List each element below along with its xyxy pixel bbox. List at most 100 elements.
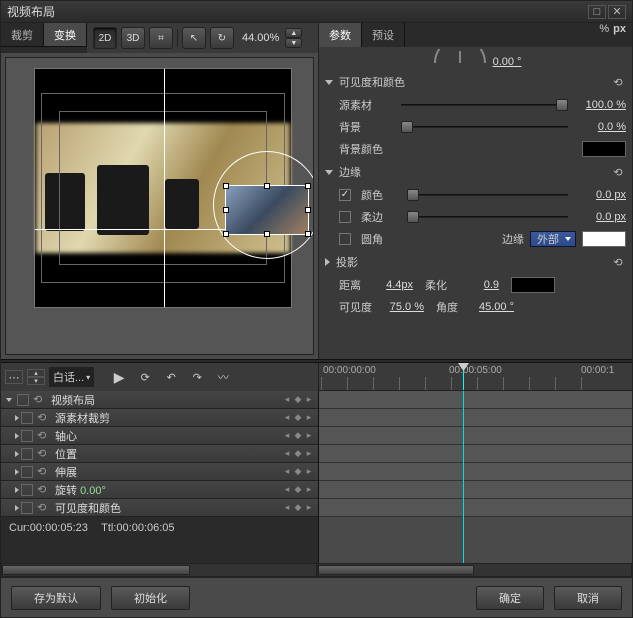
tab-transform[interactable]: 变换 bbox=[44, 23, 87, 46]
track-enable-checkbox[interactable] bbox=[17, 394, 29, 406]
tab-parameters[interactable]: 参数 bbox=[319, 23, 362, 47]
timeline-ruler[interactable]: 00:00:00:00 00:00:05:00 00:00:1 bbox=[319, 363, 632, 391]
rotation-value[interactable]: 0.00 ° bbox=[493, 56, 522, 68]
edge-color-swatch[interactable] bbox=[582, 231, 626, 247]
cancel-button[interactable]: 取消 bbox=[554, 586, 622, 610]
next-key-icon[interactable]: ▸ bbox=[304, 431, 314, 441]
zoom-up-icon[interactable]: ▲ bbox=[285, 28, 302, 38]
track-row[interactable]: ⟲ 轴心 ◂◆▸ bbox=[1, 427, 318, 445]
curve-icon[interactable]: ⟲ bbox=[37, 465, 51, 478]
track-row[interactable]: ⟲ 可见度和颜色 ◂◆▸ bbox=[1, 499, 318, 517]
checkbox-round-corner[interactable] bbox=[339, 233, 351, 245]
slider-edge-color[interactable] bbox=[407, 188, 568, 202]
timeline-scrollbar[interactable] bbox=[317, 563, 633, 577]
slider-soft-edge[interactable] bbox=[407, 210, 568, 224]
tab-preset[interactable]: 预设 bbox=[362, 23, 405, 47]
track-enable-checkbox[interactable] bbox=[21, 484, 33, 496]
section-shadow[interactable]: 投影 ⟲ bbox=[319, 250, 632, 274]
slider-background[interactable] bbox=[401, 120, 568, 134]
add-key-icon[interactable]: ◆ bbox=[293, 503, 303, 513]
crop-tool-icon[interactable]: ⌗ bbox=[149, 27, 173, 49]
track-enable-checkbox[interactable] bbox=[21, 502, 33, 514]
rotate-tool-icon[interactable]: ↻ bbox=[210, 27, 234, 49]
add-key-icon[interactable]: ◆ bbox=[293, 413, 303, 423]
track-enable-checkbox[interactable] bbox=[21, 448, 33, 460]
add-key-icon[interactable]: ◆ bbox=[293, 431, 303, 441]
preview-canvas[interactable] bbox=[5, 57, 314, 355]
track-root[interactable]: ⟲ 视频布局 ◂◆▸ bbox=[1, 391, 318, 409]
unit-pixels[interactable]: px bbox=[613, 23, 626, 47]
pointer-tool-icon[interactable]: ↖ bbox=[182, 27, 206, 49]
track-enable-checkbox[interactable] bbox=[21, 412, 33, 424]
close-button[interactable]: ✕ bbox=[608, 5, 626, 19]
prev-key-icon[interactable]: ◂ bbox=[282, 449, 292, 459]
timeline-lanes[interactable] bbox=[319, 391, 632, 563]
next-key-icon[interactable]: ▸ bbox=[304, 485, 314, 495]
curve-icon[interactable]: ⟲ bbox=[37, 429, 51, 442]
section-visibility-color[interactable]: 可见度和颜色 ⟲ bbox=[319, 70, 632, 94]
reset-button[interactable]: 初始化 bbox=[111, 586, 190, 610]
next-key-icon[interactable]: ▸ bbox=[304, 395, 314, 405]
reset-visibility-icon[interactable]: ⟲ bbox=[610, 75, 626, 89]
prev-key-icon[interactable]: ◂ bbox=[282, 467, 292, 477]
add-key-icon[interactable]: ◆ bbox=[293, 467, 303, 477]
track-enable-checkbox[interactable] bbox=[21, 466, 33, 478]
zoom-down-icon[interactable]: ▼ bbox=[285, 38, 302, 48]
value-shadow-visibility[interactable]: 75.0 % bbox=[384, 301, 424, 313]
language-dropdown[interactable]: 白话...▾ bbox=[49, 367, 94, 387]
value-soft-edge[interactable]: 0.0 px bbox=[574, 211, 626, 223]
checkbox-edge-color[interactable] bbox=[339, 189, 351, 201]
bgcolor-swatch[interactable] bbox=[582, 141, 626, 157]
prev-key-icon[interactable]: ◂ bbox=[282, 485, 292, 495]
slider-source[interactable] bbox=[401, 98, 568, 112]
section-edge[interactable]: 边缘 ⟲ bbox=[319, 160, 632, 184]
tab-crop[interactable]: 裁剪 bbox=[1, 23, 44, 46]
graph-button[interactable]: 〰 bbox=[212, 367, 234, 387]
prev-key-icon[interactable]: ◂ bbox=[282, 395, 292, 405]
track-row[interactable]: ⟲ 伸展 ◂◆▸ bbox=[1, 463, 318, 481]
reset-edge-icon[interactable]: ⟲ bbox=[610, 165, 626, 179]
value-background[interactable]: 0.0 % bbox=[574, 121, 626, 133]
undo-button[interactable]: ↶ bbox=[160, 367, 182, 387]
curve-icon[interactable]: ⟲ bbox=[37, 411, 51, 424]
next-key-icon[interactable]: ▸ bbox=[304, 503, 314, 513]
curve-icon[interactable]: ⟲ bbox=[37, 447, 51, 460]
loop-button[interactable]: ⟳ bbox=[134, 367, 156, 387]
reset-shadow-icon[interactable]: ⟲ bbox=[610, 255, 626, 269]
curve-icon[interactable]: ⟲ bbox=[37, 501, 51, 514]
timeline-options-icon[interactable]: ⋯ bbox=[5, 370, 23, 384]
curve-icon[interactable]: ⟲ bbox=[33, 393, 47, 406]
redo-button[interactable]: ↷ bbox=[186, 367, 208, 387]
track-row[interactable]: ⟲ 源素材裁剪 ◂◆▸ bbox=[1, 409, 318, 427]
prev-key-icon[interactable]: ◂ bbox=[282, 413, 292, 423]
track-row[interactable]: ⟲ 位置 ◂◆▸ bbox=[1, 445, 318, 463]
value-shadow-softness[interactable]: 0.9 bbox=[459, 279, 499, 291]
curve-icon[interactable]: ⟲ bbox=[37, 483, 51, 496]
play-button[interactable]: ▶ bbox=[108, 367, 130, 387]
zoom-value[interactable]: 44.00% bbox=[238, 32, 283, 44]
checkbox-soft-edge[interactable] bbox=[339, 211, 351, 223]
add-key-icon[interactable]: ◆ bbox=[293, 395, 303, 405]
add-key-icon[interactable]: ◆ bbox=[293, 485, 303, 495]
nudge-up-icon[interactable]: ▴ bbox=[27, 369, 45, 377]
playhead[interactable] bbox=[463, 363, 464, 390]
value-shadow-angle[interactable]: 45.00 ° bbox=[470, 301, 514, 313]
next-key-icon[interactable]: ▸ bbox=[304, 449, 314, 459]
maximize-button[interactable]: □ bbox=[588, 5, 606, 19]
shadow-color-swatch[interactable] bbox=[511, 277, 555, 293]
rotation-dial-icon[interactable] bbox=[430, 49, 490, 65]
next-key-icon[interactable]: ▸ bbox=[304, 413, 314, 423]
track-scrollbar[interactable] bbox=[1, 563, 317, 577]
ok-button[interactable]: 确定 bbox=[476, 586, 544, 610]
track-row[interactable]: ⟲ 旋转 0.00° ◂◆▸ bbox=[1, 481, 318, 499]
save-default-button[interactable]: 存为默认 bbox=[11, 586, 101, 610]
prev-key-icon[interactable]: ◂ bbox=[282, 431, 292, 441]
value-source[interactable]: 100.0 % bbox=[574, 99, 626, 111]
track-enable-checkbox[interactable] bbox=[21, 430, 33, 442]
value-edge-color[interactable]: 0.0 px bbox=[574, 189, 626, 201]
mode-3d-button[interactable]: 3D bbox=[121, 27, 145, 49]
add-key-icon[interactable]: ◆ bbox=[293, 449, 303, 459]
value-shadow-distance[interactable]: 4.4px bbox=[373, 279, 413, 291]
prev-key-icon[interactable]: ◂ bbox=[282, 503, 292, 513]
next-key-icon[interactable]: ▸ bbox=[304, 467, 314, 477]
